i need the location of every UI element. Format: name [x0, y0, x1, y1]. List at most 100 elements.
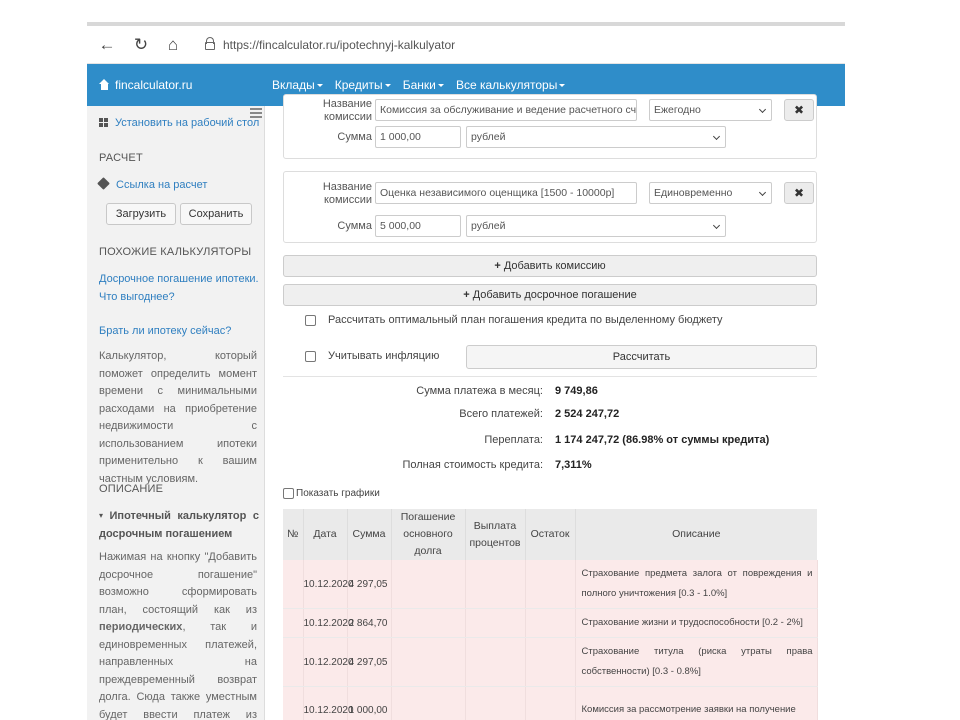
- add-prepayment-label: Добавить досрочное погашение: [472, 289, 637, 301]
- cell-principal: [391, 686, 466, 720]
- load-button[interactable]: Загрузить: [106, 203, 176, 225]
- save-button[interactable]: Сохранить: [180, 203, 252, 225]
- cell-principal: [391, 637, 466, 687]
- col-header-balance[interactable]: Остаток: [525, 509, 576, 560]
- commission-sum-input[interactable]: 5 000,00: [375, 215, 461, 237]
- sidebar-scroll-handle-icon[interactable]: [250, 108, 262, 120]
- summary-label: Всего платежей:: [459, 408, 543, 420]
- commission-name-input[interactable]: Комиссия за обслуживание и ведение расче…: [375, 99, 637, 121]
- divider: [283, 376, 817, 377]
- nav-link-label: Кредиты: [334, 78, 383, 92]
- add-commission-button[interactable]: + Добавить комиссию: [283, 255, 817, 277]
- select-value: Ежегодно: [654, 104, 701, 116]
- col-header-interest[interactable]: Выплата процентов: [465, 509, 526, 560]
- similar-heading: ПОХОЖИЕ КАЛЬКУЛЯТОРЫ: [99, 246, 252, 258]
- cell-description: Страхование титула (риска утраты права с…: [575, 637, 818, 687]
- calc-share-link[interactable]: Ссылка на расчет: [97, 177, 208, 191]
- nav-link-label: Банки: [402, 78, 436, 92]
- install-desktop-link[interactable]: Установить на рабочий стол: [99, 117, 259, 129]
- col-header-description[interactable]: Описание: [575, 509, 817, 560]
- commission-currency-select[interactable]: рублей: [466, 215, 726, 237]
- cell-balance: [525, 560, 576, 609]
- back-arrow-icon[interactable]: ←: [97, 36, 117, 54]
- select-value: рублей: [471, 220, 506, 232]
- similar-link-mortgage-now[interactable]: Брать ли ипотеку сейчас?: [99, 325, 231, 337]
- grid-icon: [99, 118, 108, 127]
- nav-link-banks[interactable]: Банки: [403, 78, 444, 92]
- cell-balance: [525, 608, 576, 638]
- col-header-num[interactable]: №: [283, 509, 304, 560]
- description-text-part: Нажимая на кнопку "Добавить досрочное по…: [99, 551, 257, 616]
- table-header-row: № Дата Сумма Погашение основного долга В…: [283, 509, 817, 560]
- show-charts-checkbox[interactable]: [283, 488, 294, 499]
- col-header-date[interactable]: Дата: [303, 509, 348, 560]
- cell-description: Страхование предмета залога от поврежден…: [575, 560, 818, 609]
- inflation-checkbox[interactable]: [305, 351, 316, 362]
- cell-num: [283, 637, 304, 687]
- home-icon[interactable]: ⌂: [163, 36, 183, 54]
- cell-date: 10.12.2020: [303, 608, 354, 638]
- reload-icon[interactable]: ↻: [131, 36, 151, 54]
- cell-description: Комиссия за рассмотрение заявки на получ…: [575, 686, 818, 720]
- cell-date: 10.12.2020: [303, 686, 354, 720]
- calc-share-label: Ссылка на расчет: [116, 179, 208, 191]
- caret-down-icon: [437, 84, 444, 87]
- commission-period-select[interactable]: Единовременно: [649, 182, 772, 204]
- commission-block: Название комиссии Оценка независимого оц…: [283, 171, 817, 243]
- col-header-principal[interactable]: Погашение основного долга: [391, 509, 466, 560]
- nav-links: Вклады Кредиты Банки Все калькуляторы: [272, 78, 574, 92]
- chevron-down-icon: [712, 132, 721, 141]
- optimal-plan-checkbox[interactable]: [305, 315, 316, 326]
- commission-sum-label: Сумма: [337, 131, 372, 143]
- table-row: 10.12.2020 4 297,05 Страхование титула (…: [283, 637, 818, 687]
- col-header-sum[interactable]: Сумма: [347, 509, 392, 560]
- nav-link-all-calculators[interactable]: Все калькуляторы: [456, 78, 566, 92]
- cell-sum: 1 000,00: [347, 686, 392, 720]
- select-value: Единовременно: [654, 187, 733, 199]
- description-subheading: ▾ Ипотечный калькулятор с досрочным пога…: [99, 507, 259, 543]
- similar-link-prepayment[interactable]: Досрочное погашение ипотеки. Что выгодне…: [99, 270, 259, 306]
- caret-down-icon: ▾: [99, 511, 104, 520]
- cell-date: 10.12.2020: [303, 637, 354, 687]
- cell-sum: 4 297,05: [347, 637, 392, 687]
- nav-link-deposits[interactable]: Вклады: [272, 78, 323, 92]
- caret-down-icon: [316, 84, 323, 87]
- cell-balance: [525, 637, 576, 687]
- commission-currency-select[interactable]: рублей: [466, 126, 726, 148]
- summary-label: Полная стоимость кредита:: [402, 459, 543, 471]
- commission-name-input[interactable]: Оценка независимого оценщика [1500 - 100…: [375, 182, 637, 204]
- commission-name-label: Название комиссии: [322, 181, 372, 206]
- description-subheading-label: Ипотечный калькулятор с досрочным погаше…: [99, 510, 259, 540]
- cell-sum: 4 297,05: [347, 560, 392, 609]
- chevron-down-icon: [712, 221, 721, 230]
- caret-down-icon: [559, 84, 566, 87]
- cell-interest: [465, 637, 526, 687]
- cell-num: [283, 608, 304, 638]
- summary-value: 1 174 247,72 (86.98% от суммы кредита): [555, 434, 770, 446]
- sidebar: Установить на рабочий стол РАСЧЕТ Ссылка…: [87, 106, 265, 720]
- inflation-label: Учитывать инфляцию: [328, 350, 440, 362]
- table-row: 10.12.2020 2 864,70 Страхование жизни и …: [283, 608, 818, 638]
- install-desktop-label: Установить на рабочий стол: [115, 117, 260, 129]
- commission-sum-input[interactable]: 1 000,00: [375, 126, 461, 148]
- site-logo[interactable]: fincalculator.ru: [99, 78, 192, 92]
- commission-period-select[interactable]: Ежегодно: [649, 99, 772, 121]
- summary-value: 9 749,86: [555, 385, 598, 397]
- description-heading: ОПИСАНИЕ: [99, 483, 164, 495]
- cell-date: 10.12.2020: [303, 560, 354, 609]
- nav-link-credits[interactable]: Кредиты: [335, 78, 391, 92]
- plus-icon: +: [463, 289, 470, 301]
- add-prepayment-button[interactable]: + Добавить досрочное погашение: [283, 284, 817, 306]
- table-row: 10.12.2020 1 000,00 Комиссия за рассмотр…: [283, 686, 818, 720]
- remove-commission-button[interactable]: ✖: [784, 182, 814, 204]
- table-row: 10.12.2020 4 297,05 Страхование предмета…: [283, 560, 818, 609]
- lock-icon: [205, 37, 215, 50]
- remove-commission-button[interactable]: ✖: [784, 99, 814, 121]
- address-bar[interactable]: https://fincalculator.ru/ipotechnyj-kalk…: [223, 38, 455, 52]
- cell-num: [283, 686, 304, 720]
- cell-interest: [465, 608, 526, 638]
- logo-text: fincalculator.ru: [115, 78, 193, 92]
- house-icon: [99, 79, 110, 90]
- calculate-button[interactable]: Рассчитать: [466, 345, 817, 369]
- commission-sum-label: Сумма: [337, 220, 372, 232]
